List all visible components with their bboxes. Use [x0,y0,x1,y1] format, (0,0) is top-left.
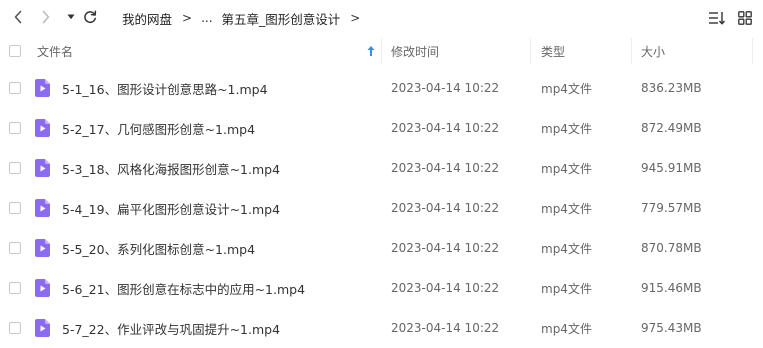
file-modified: 2023-04-14 10:22 [391,161,500,175]
toolbar: 我的网盘 > ... 第五章_图形创意设计 > [0,0,763,34]
sort-list-icon [709,12,726,25]
file-modified: 2023-04-14 10:22 [391,321,500,335]
file-row[interactable]: 5-3_18、风格化海报图形创意~1.mp4 2023-04-14 10:22 … [0,148,763,188]
sort-ascending-icon[interactable] [366,45,376,57]
breadcrumb-separator: > [350,11,361,25]
file-type: mp4文件 [541,241,592,256]
row-checkbox[interactable] [9,82,21,94]
video-file-icon [35,159,50,177]
column-divider[interactable] [381,38,382,64]
row-checkbox[interactable] [9,282,21,294]
column-header-size[interactable]: 大小 [641,36,665,66]
row-checkbox[interactable] [9,202,21,214]
file-size: 945.91MB [641,161,702,175]
file-row[interactable]: 5-1_16、图形设计创意思路~1.mp4 2023-04-14 10:22 m… [0,68,763,108]
video-file-icon [35,119,50,137]
column-divider[interactable] [631,38,632,64]
select-all-checkbox[interactable] [9,45,21,57]
file-modified: 2023-04-14 10:22 [391,241,500,255]
row-checkbox[interactable] [9,322,21,334]
file-row[interactable]: 5-6_21、图形创意在标志中的应用~1.mp4 2023-04-14 10:2… [0,268,763,308]
file-modified: 2023-04-14 10:22 [391,81,500,95]
file-name[interactable]: 5-1_16、图形设计创意思路~1.mp4 [62,68,268,108]
file-row[interactable]: 5-5_20、系列化图标创意~1.mp4 2023-04-14 10:22 mp… [0,228,763,268]
video-file-icon [35,79,50,97]
back-button[interactable] [8,7,28,27]
row-checkbox[interactable] [9,162,21,174]
file-size: 779.57MB [641,201,702,215]
history-dropdown-button[interactable] [61,7,81,27]
column-header-type[interactable]: 类型 [541,36,565,66]
column-divider[interactable] [752,38,753,64]
file-type: mp4文件 [541,161,592,176]
breadcrumb-root[interactable]: 我的网盘 [122,9,172,28]
file-modified: 2023-04-14 10:22 [391,121,500,135]
chevron-left-icon [14,10,22,24]
file-size: 870.78MB [641,241,702,255]
file-type: mp4文件 [541,281,592,296]
file-size: 915.46MB [641,281,702,295]
forward-button[interactable] [36,7,56,27]
file-list: 5-1_16、图形设计创意思路~1.mp4 2023-04-14 10:22 m… [0,68,763,348]
refresh-button[interactable] [80,7,100,27]
file-row[interactable]: 5-2_17、几何感图形创意~1.mp4 2023-04-14 10:22 mp… [0,108,763,148]
file-name[interactable]: 5-2_17、几何感图形创意~1.mp4 [62,108,255,148]
row-checkbox[interactable] [9,122,21,134]
file-size: 872.49MB [641,121,702,135]
sort-view-button[interactable] [707,8,727,28]
file-type: mp4文件 [541,321,592,336]
file-list-header: 文件名 修改时间 类型 大小 [0,36,763,66]
file-size: 836.23MB [641,81,702,95]
grid-icon [738,11,752,25]
file-name[interactable]: 5-3_18、风格化海报图形创意~1.mp4 [62,148,280,188]
breadcrumb-current[interactable]: 第五章_图形创意设计 [222,9,341,28]
file-modified: 2023-04-14 10:22 [391,201,500,215]
video-file-icon [35,319,50,337]
file-type: mp4文件 [541,201,592,216]
file-type: mp4文件 [541,81,592,96]
column-header-name[interactable]: 文件名 [37,36,73,66]
file-name[interactable]: 5-7_22、作业评改与巩固提升~1.mp4 [62,308,280,348]
file-name[interactable]: 5-5_20、系列化图标创意~1.mp4 [62,228,255,268]
file-type: mp4文件 [541,121,592,136]
chevron-right-icon [42,10,50,24]
breadcrumb-ellipsis[interactable]: ... [201,11,212,25]
column-header-modified[interactable]: 修改时间 [391,36,439,66]
file-name[interactable]: 5-4_19、扁平化图形创意设计~1.mp4 [62,188,280,228]
breadcrumb-separator: > [182,11,193,25]
file-row[interactable]: 5-4_19、扁平化图形创意设计~1.mp4 2023-04-14 10:22 … [0,188,763,228]
grid-view-button[interactable] [735,8,755,28]
video-file-icon [35,199,50,217]
row-checkbox[interactable] [9,242,21,254]
breadcrumb: 我的网盘 > ... 第五章_图形创意设计 > [122,9,369,27]
column-divider[interactable] [530,38,531,64]
file-size: 975.43MB [641,321,702,335]
file-modified: 2023-04-14 10:22 [391,281,500,295]
video-file-icon [35,279,50,297]
file-name[interactable]: 5-6_21、图形创意在标志中的应用~1.mp4 [62,268,305,308]
file-row[interactable]: 5-7_22、作业评改与巩固提升~1.mp4 2023-04-14 10:22 … [0,308,763,348]
refresh-icon [84,10,97,24]
caret-down-icon [67,14,75,20]
video-file-icon [35,239,50,257]
